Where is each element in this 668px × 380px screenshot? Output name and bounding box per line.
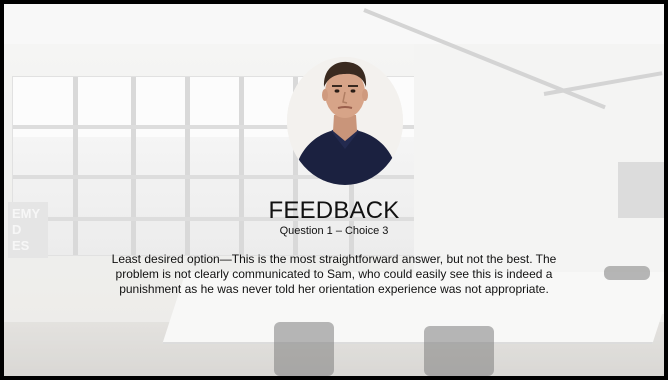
- person-image: [287, 57, 403, 185]
- presenter-portrait: [287, 57, 403, 185]
- question-choice-label: Question 1 – Choice 3: [279, 225, 389, 237]
- page-title: FEEDBACK: [268, 197, 400, 224]
- feedback-text: Least desired option—This is the most st…: [111, 252, 557, 296]
